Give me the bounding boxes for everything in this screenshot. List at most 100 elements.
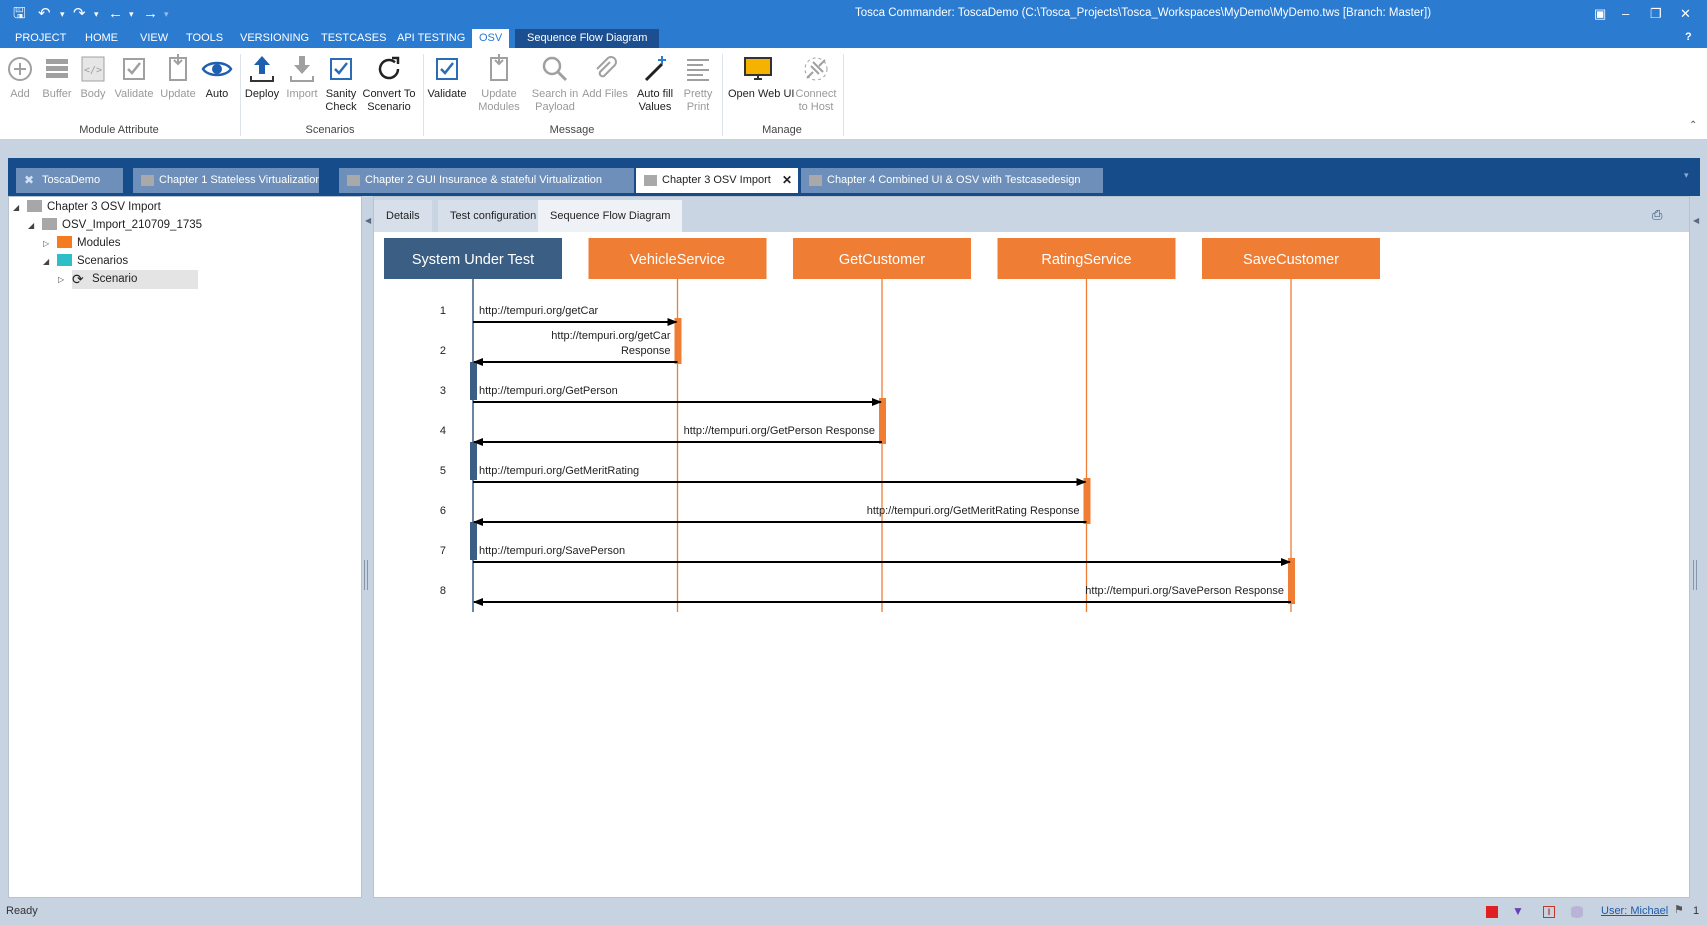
checkbox-icon: [430, 52, 464, 86]
message-number: 8: [440, 585, 446, 597]
ribbon-connect-to-host-button[interactable]: Connect to Host: [786, 52, 846, 114]
message-label: http://tempuri.org/getCar: [479, 305, 599, 317]
stop-icon[interactable]: [1486, 906, 1498, 918]
back-dropdown-icon[interactable]: ▾: [129, 6, 134, 22]
database-icon[interactable]: [1571, 906, 1583, 918]
ribbon-pretty-print-button[interactable]: Pretty Print: [668, 52, 728, 114]
ribbon-button-label: Print: [686, 101, 710, 113]
tree-node[interactable]: ▷ ⟳ Scenario: [58, 270, 198, 289]
doc-tab-label: Chapter 4 Combined UI & OSV with Testcas…: [827, 174, 1081, 186]
window-title: Tosca Commander: ToscaDemo (C:\Tosca_Pro…: [855, 7, 1432, 19]
collapse-arrow-icon[interactable]: ◢: [28, 216, 34, 235]
participant-label: VehicleService: [630, 252, 725, 268]
tree-node-label: OSV_Import_210709_1735: [62, 219, 203, 231]
back-arrow-icon[interactable]: ←: [108, 6, 123, 22]
tree-node-label: Scenario: [92, 273, 138, 285]
message-label: http://tempuri.org/SavePerson Response: [1085, 585, 1284, 597]
menu-tab-tools[interactable]: TOOLS: [179, 29, 230, 48]
message-label: http://tempuri.org/GetMeritRating Respon…: [867, 505, 1080, 517]
splitter-handle[interactable]: [364, 560, 368, 590]
ribbon-group-label: Manage: [762, 124, 802, 136]
ribbon-button-label: Open Web UI: [728, 88, 795, 100]
doc-tab-3[interactable]: Chapter 2 GUI Insurance & stateful Virtu…: [339, 168, 634, 193]
ribbon-button-label: Scenario: [367, 101, 411, 113]
help-button[interactable]: ?: [1685, 31, 1692, 43]
detail-tabs: ⎙ Details Test configuration Sequence Flow…: [374, 197, 1689, 232]
expand-arrow-icon[interactable]: ▷: [43, 234, 49, 253]
redo-icon[interactable]: ↷: [73, 6, 86, 22]
title-bar: 🖫 ↶ ▾ ↷ ▾ ← ▾ → ▾ Tosca Commander: Tosca…: [0, 0, 1707, 29]
eye-icon: [200, 52, 234, 86]
menu-tab-testcases[interactable]: TESTCASES: [314, 29, 393, 48]
forward-arrow-icon[interactable]: →: [143, 6, 158, 22]
activation-bar: [1083, 478, 1091, 524]
expand-arrow-icon[interactable]: ▷: [58, 270, 64, 289]
collapse-arrow-icon[interactable]: ◢: [43, 252, 49, 271]
minimize-button[interactable]: –: [1622, 6, 1629, 21]
menu-tab-home[interactable]: HOME: [78, 29, 125, 48]
doc-tab-label: Chapter 3 OSV Import: [662, 174, 771, 186]
folder-icon: [57, 236, 72, 248]
doc-tab-2[interactable]: Chapter 1 Stateless Virtualization: [133, 168, 319, 193]
menu-tab-view[interactable]: VIEW: [133, 29, 175, 48]
message-label: http://tempuri.org/SavePerson: [479, 545, 625, 557]
ribbon-separator: [722, 54, 723, 136]
menu-tab-project[interactable]: PROJECT: [8, 29, 73, 48]
tabs-overflow-icon[interactable]: ▾: [1684, 170, 1689, 181]
doc-tab-label: Chapter 1 Stateless Virtualization: [159, 174, 319, 186]
activation-bar: [879, 398, 886, 444]
filter-icon[interactable]: ▼: [1512, 905, 1524, 917]
redo-dropdown-icon[interactable]: ▾: [94, 6, 99, 22]
sequence-diagram-svg: System Under Test VehicleService GetCustom…: [384, 238, 1380, 612]
content-panel: ⎙ Details Test configuration Sequence Flow…: [373, 196, 1690, 898]
ribbon-open-web-ui-button[interactable]: Open Web UI: [728, 52, 795, 101]
user-link[interactable]: User: Michael: [1601, 905, 1668, 917]
tree-node[interactable]: ◢ OSV_Import_210709_1735: [28, 216, 203, 235]
doc-tab-4[interactable]: Chapter 3 OSV Import ✕: [636, 168, 798, 193]
ribbon-group-label: Scenarios: [305, 124, 355, 136]
collapse-ribbon-icon[interactable]: ⌃: [1689, 120, 1697, 131]
ribbon-button-label: Modules: [478, 101, 520, 113]
tree-node[interactable]: ◢ Scenarios: [43, 252, 128, 271]
detail-tab-test-configuration[interactable]: Test configuration: [438, 200, 549, 232]
collapse-right-icon[interactable]: ◀: [1693, 216, 1699, 225]
svg-text:</>: </>: [84, 65, 102, 76]
notification-icon[interactable]: ⚑: [1674, 904, 1686, 916]
close-button[interactable]: ✕: [1680, 6, 1691, 22]
print-icon[interactable]: ⎙: [1652, 207, 1662, 223]
menu-tab-api-testing[interactable]: API TESTING: [390, 29, 472, 48]
splitter-handle-right[interactable]: [1693, 560, 1697, 590]
menu-tab-osv[interactable]: OSV: [472, 29, 510, 48]
doc-tab-1[interactable]: ✖ ToscaDemo: [16, 168, 123, 193]
refresh-icon: [372, 52, 406, 86]
doc-tab-label: Chapter 2 GUI Insurance & stateful Virtu…: [365, 174, 603, 186]
forward-dropdown-icon[interactable]: ▾: [164, 6, 169, 22]
doc-tab-5[interactable]: Chapter 4 Combined UI & OSV with Testcas…: [801, 168, 1103, 193]
undo-icon[interactable]: ↶: [38, 6, 51, 22]
ribbon-button-label: Validate: [427, 88, 467, 100]
text-cursor-icon[interactable]: I: [1543, 906, 1555, 918]
ribbon-button-label: Pretty: [683, 88, 713, 100]
tree-node[interactable]: ▷ Modules: [43, 234, 121, 253]
maximize-button[interactable]: ❐: [1650, 6, 1662, 22]
tree-node-label: Chapter 3 OSV Import: [47, 201, 161, 213]
undo-dropdown-icon[interactable]: ▾: [60, 6, 65, 22]
menu-tab-versioning[interactable]: VERSIONING: [233, 29, 316, 48]
message-number: 6: [440, 505, 446, 517]
ribbon-update-modules-button[interactable]: Update Modules: [469, 52, 529, 114]
restore-ribbon-icon[interactable]: ▣: [1594, 6, 1606, 22]
collapse-left-icon[interactable]: ◀: [365, 216, 371, 225]
collapse-arrow-icon[interactable]: ◢: [13, 198, 19, 217]
ribbon-validate-button[interactable]: Validate: [417, 52, 477, 101]
tosca-logo-icon: ✖: [24, 173, 35, 187]
detail-tab-details[interactable]: Details: [374, 200, 432, 232]
detail-tab-sequence-flow-diagram[interactable]: Sequence Flow Diagram: [538, 200, 683, 232]
tree-node-label: Modules: [77, 237, 121, 249]
menu-tab-sequence-flow-diagram[interactable]: Sequence Flow Diagram: [515, 29, 660, 48]
ribbon-convert-to-scenario-button[interactable]: Convert To Scenario: [359, 52, 419, 114]
close-tab-icon[interactable]: ✕: [782, 168, 792, 193]
monitor-icon: [741, 52, 775, 86]
connect-icon: [799, 52, 833, 86]
save-icon[interactable]: 🖫: [13, 6, 26, 22]
tree-node[interactable]: ◢ Chapter 3 OSV Import: [13, 198, 161, 217]
